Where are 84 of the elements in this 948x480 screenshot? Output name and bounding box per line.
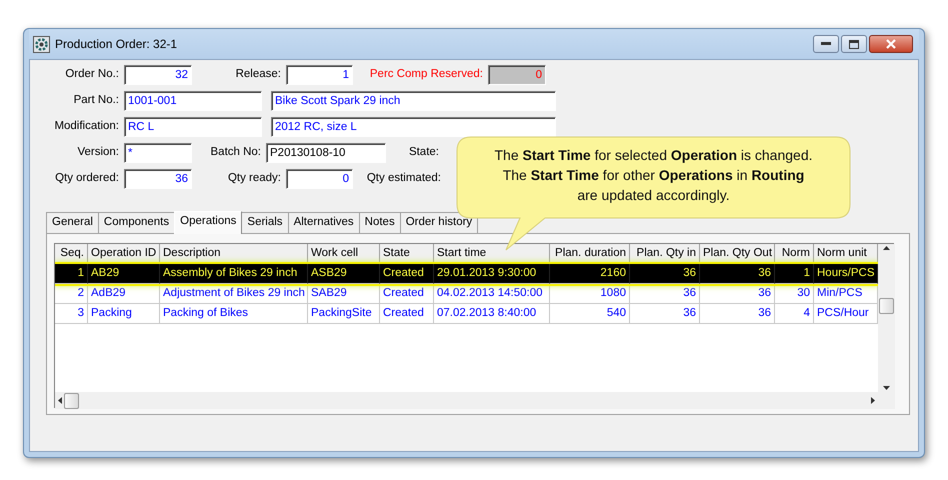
close-icon xyxy=(885,39,897,49)
window-title: Production Order: 32-1 xyxy=(55,36,178,53)
vertical-scrollbar[interactable] xyxy=(878,244,895,392)
table-cell: Packing of Bikes xyxy=(160,304,308,324)
maximize-button[interactable] xyxy=(841,35,867,53)
callout-text: The Start Time for other Operations in Routing xyxy=(502,166,806,185)
table-cell: 36 xyxy=(630,284,700,304)
input-field[interactable]: 2012 RC, size L xyxy=(271,117,556,137)
table-cell: AB29 xyxy=(88,264,160,284)
table-cell: 07.02.2013 8:40:00 xyxy=(434,304,550,324)
table-cell: 1080 xyxy=(550,284,630,304)
minimize-icon xyxy=(821,42,831,46)
field-label: Qty estimated: xyxy=(366,171,442,186)
input-field[interactable]: 36 xyxy=(124,169,192,189)
close-button[interactable] xyxy=(869,35,913,53)
field-label: Modification: xyxy=(53,119,120,134)
table-cell: 04.02.2013 14:50:00 xyxy=(434,284,550,304)
input-field[interactable]: Bike Scott Spark 29 inch xyxy=(271,91,556,111)
field-label: Order No.: xyxy=(64,67,120,82)
scroll-thumb[interactable] xyxy=(64,392,79,408)
column-header[interactable]: Work cell xyxy=(308,244,380,264)
table-cell: Adjustment of Bikes 29 inch xyxy=(160,284,308,304)
horizontal-scrollbar[interactable] xyxy=(55,392,878,409)
table-cell: ASB29 xyxy=(308,264,380,284)
table-cell: 29.01.2013 9:30:00 xyxy=(434,264,550,284)
field-label: Batch No: xyxy=(210,145,262,160)
scroll-left-icon[interactable] xyxy=(58,397,62,404)
callout-text: are updated accordingly. xyxy=(576,186,731,205)
gear-icon xyxy=(33,36,50,52)
table-cell: PackingSite xyxy=(308,304,380,324)
field-label: State: xyxy=(408,145,440,160)
column-header[interactable]: Description xyxy=(160,244,308,264)
table-cell: 36 xyxy=(630,264,700,284)
callout-text: The Start Time for selected Operation is changed. xyxy=(493,146,814,165)
minimize-button[interactable] xyxy=(813,35,839,53)
input-field[interactable]: 0 xyxy=(286,169,353,189)
scroll-up-icon[interactable] xyxy=(883,246,890,250)
table-cell: 36 xyxy=(630,304,700,324)
column-header[interactable]: Plan. Qty in xyxy=(630,244,700,264)
table-cell: 36 xyxy=(700,304,775,324)
tab[interactable]: General xyxy=(46,212,99,233)
column-header[interactable]: Norm unit xyxy=(814,244,878,264)
table-cell: AdB29 xyxy=(88,284,160,304)
table-cell: 36 xyxy=(700,284,775,304)
column-header[interactable]: Plan. duration xyxy=(550,244,630,264)
table-cell: Assembly of Bikes 29 inch xyxy=(160,264,308,284)
table-cell: Packing xyxy=(88,304,160,324)
column-header[interactable]: Plan. Qty Out xyxy=(700,244,775,264)
table-cell: 36 xyxy=(700,264,775,284)
tab[interactable]: Operations xyxy=(174,211,242,234)
table-cell: 4 xyxy=(775,304,814,324)
scroll-right-icon[interactable] xyxy=(871,397,875,404)
scroll-thumb[interactable] xyxy=(879,298,894,314)
field-label: Qty ordered: xyxy=(54,171,120,186)
selected-row-highlight[interactable]: 1 AB29 Assembly of Bikes 29 inch ASB29 Created 29.01.2013 9:30:00 2160 36 36 1 Hours/PCS xyxy=(55,264,878,284)
table-cell: 30 xyxy=(775,284,814,304)
column-header[interactable]: Norm xyxy=(775,244,814,264)
input-field[interactable]: 32 xyxy=(124,65,192,85)
field-label: Version: xyxy=(76,145,120,160)
input-field[interactable]: 1 xyxy=(286,65,353,85)
input-field[interactable]: P20130108-10 xyxy=(266,143,386,163)
field-label: Perc Comp Reserved: xyxy=(368,67,484,82)
column-header[interactable]: Seq. xyxy=(55,244,88,264)
scroll-down-icon[interactable] xyxy=(883,386,890,390)
input-field[interactable]: * xyxy=(124,143,192,163)
table-cell: Created xyxy=(380,284,434,304)
field-label: Qty ready: xyxy=(226,171,282,186)
table-cell: 1 xyxy=(775,264,814,284)
field-label: Release: xyxy=(234,67,282,82)
input-field[interactable]: 1001-001 xyxy=(124,91,262,111)
table-cell: 2 xyxy=(55,284,88,304)
table-cell: SAB29 xyxy=(308,284,380,304)
table-cell: Created xyxy=(380,264,434,284)
column-header[interactable]: State xyxy=(380,244,434,264)
table-cell: 3 xyxy=(55,304,88,324)
field-label: Part No.: xyxy=(72,93,120,108)
table-cell: 540 xyxy=(550,304,630,324)
table-cell: 1 xyxy=(55,264,88,284)
column-header[interactable]: Operation ID xyxy=(88,244,160,264)
input-field[interactable]: RC L xyxy=(124,117,262,137)
maximize-icon xyxy=(849,40,859,48)
tab[interactable]: Order history xyxy=(400,212,478,233)
table-cell: Created xyxy=(380,304,434,324)
table-cell: 2160 xyxy=(550,264,630,284)
